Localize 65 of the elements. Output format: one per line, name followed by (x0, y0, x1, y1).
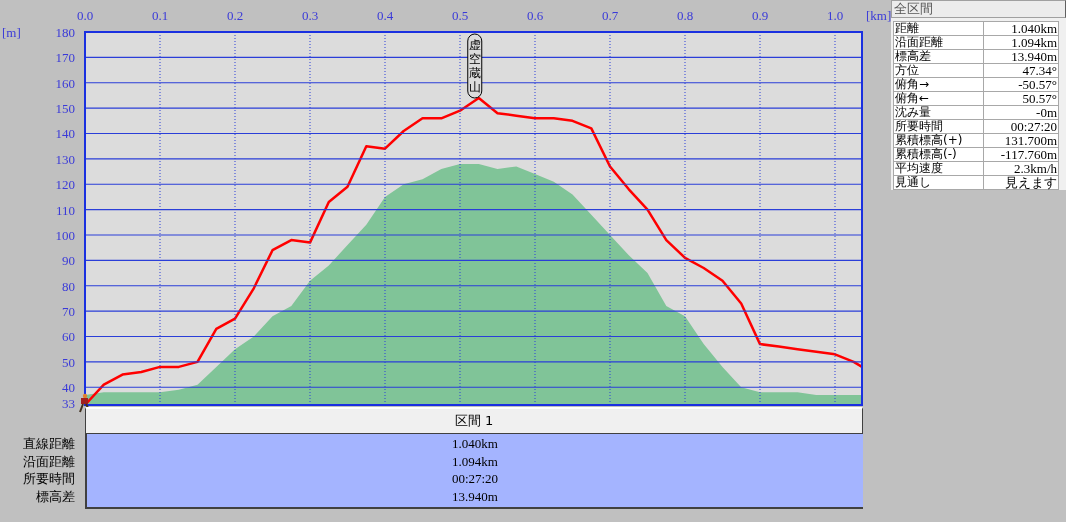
table-cell: 標高差 (893, 49, 984, 64)
y-tick-label: 90 (62, 253, 75, 269)
y-tick-label: 180 (55, 25, 75, 40)
y-tick-label: 80 (62, 278, 75, 294)
row-value: 00:27:20 (451, 470, 499, 488)
row-label: 標高差 (36, 487, 75, 505)
x-tick-label: 0.3 (301, 8, 319, 23)
y-tick-label: 70 (62, 304, 75, 320)
table-cell: 50.57° (983, 91, 1059, 106)
table-cell: 47.34° (983, 63, 1059, 78)
table-cell: 131.700m (983, 133, 1059, 148)
y-tick-label: 170 (55, 50, 75, 66)
y-tick-label: 50 (62, 354, 75, 370)
table-cell: 方位 (893, 63, 984, 78)
annotation: 虚空蔵山 (468, 38, 481, 94)
x-tick-label: 0.7 (601, 8, 619, 23)
y-axis-unit: [m] (2, 25, 21, 40)
table-cell: 1.040km (983, 21, 1059, 36)
table-cell: 距離 (893, 21, 984, 36)
y-tick-label: 40 (62, 380, 75, 396)
table-cell: 13.940m (983, 49, 1059, 64)
table-cell: -0m (983, 105, 1059, 120)
row-label: 直線距離 (23, 435, 75, 453)
y-tick-label: 110 (55, 202, 75, 218)
table-cell: 見通し (893, 175, 984, 190)
y-tick-label: 160 (55, 75, 75, 91)
table-cell: 沈み量 (893, 105, 984, 120)
x-tick-label: 0.0 (76, 8, 94, 23)
table-cell: 俯角→ (893, 77, 984, 92)
peak-label: 虚空蔵山 (467, 33, 483, 99)
table-cell: 所要時間 (893, 119, 984, 134)
panel-title: 全区間 (891, 0, 1066, 18)
y-tick-label: 140 (55, 126, 75, 142)
table-cell: 1.094km (983, 35, 1059, 50)
table-cell: -117.760m (983, 147, 1059, 162)
y-tick-label: 130 (55, 151, 75, 167)
x-tick-label: 0.8 (676, 8, 694, 23)
x-tick-label: 0.2 (226, 8, 244, 23)
table-cell: 00:27:20 (983, 119, 1059, 134)
row-value: 1.094km (452, 452, 498, 470)
x-tick-label: 0.5 (451, 8, 469, 23)
table-cell: 2.3km/h (983, 161, 1059, 176)
table-cell: 平均速度 (893, 161, 984, 176)
x-tick-label: 0.1 (151, 8, 169, 23)
row-value: 13.940m (452, 487, 498, 505)
x-axis-unit: [km] (866, 8, 892, 23)
x-tick-label: 0.6 (526, 8, 544, 23)
y-tick-label: 100 (55, 228, 75, 243)
table-cell: 俯角← (893, 91, 984, 106)
row-label: 所要時間 (23, 470, 75, 488)
table-cell: 累積標高(-) (893, 147, 984, 162)
x-tick-label: 0.9 (751, 8, 769, 23)
table-cell: -50.57° (983, 77, 1059, 92)
y-tick-label: 60 (62, 329, 75, 345)
row-value: 1.040km (452, 435, 498, 453)
section-header: 区間 1 (85, 407, 863, 434)
table-cell: 沿面距離 (893, 35, 984, 50)
row-label: 沿面距離 (23, 452, 75, 470)
table-cell: 見えます (983, 175, 1059, 190)
y-tick-label: 150 (55, 101, 75, 117)
x-tick-label: 0.4 (376, 8, 394, 23)
table-cell: 累積標高(+) (893, 133, 984, 148)
y-tick-label: 33 (62, 396, 75, 411)
x-tick-label: 1.0 (826, 8, 844, 23)
y-tick-label: 120 (55, 177, 75, 193)
